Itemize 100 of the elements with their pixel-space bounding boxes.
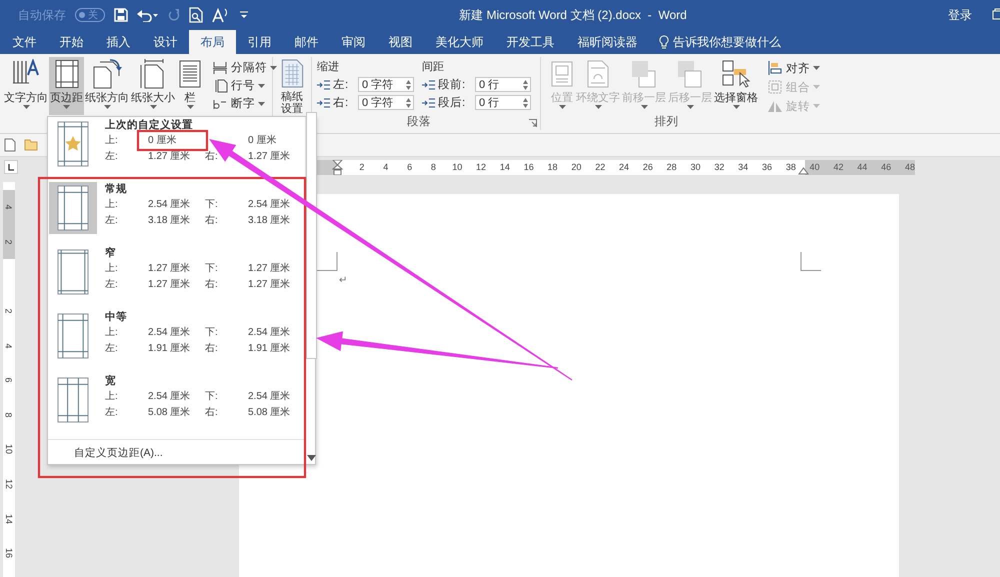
margin-value: 3.18 厘米 bbox=[248, 214, 290, 228]
margin-value: 1.91 厘米 bbox=[248, 342, 290, 356]
ribbon-tab[interactable]: 开发工具 bbox=[495, 30, 566, 54]
ribbon-button[interactable]: 页边距 bbox=[49, 57, 84, 115]
caret-icon bbox=[258, 84, 265, 88]
ribbon-tab[interactable]: 视图 bbox=[377, 30, 424, 54]
indent-marker-icon[interactable] bbox=[332, 160, 343, 174]
margin-value: 5.08 厘米 bbox=[248, 406, 290, 420]
caret-icon bbox=[813, 66, 820, 70]
ribbon-button[interactable]: 栏 bbox=[176, 57, 204, 115]
ruler-number: 4 bbox=[4, 204, 14, 210]
margin-corner-icon bbox=[317, 252, 338, 271]
indent-icon bbox=[422, 80, 435, 90]
margin-label: 左: bbox=[105, 214, 118, 228]
ribbon-button[interactable]: 纸张大小 bbox=[130, 57, 176, 115]
undo-icon[interactable] bbox=[137, 8, 159, 22]
number-field[interactable]: 0 字符 bbox=[358, 77, 414, 92]
margin-label: 右: bbox=[205, 342, 218, 356]
margin-value: 1.27 厘米 bbox=[248, 150, 290, 164]
margin-label: 左: bbox=[105, 342, 118, 356]
ruler-number: 10 bbox=[4, 444, 14, 454]
preset-name: 宽 bbox=[105, 374, 117, 389]
indent-icon bbox=[422, 98, 435, 108]
ruler-number: 18 bbox=[548, 162, 558, 172]
margin-value: 3.18 厘米 bbox=[148, 214, 190, 228]
number-field[interactable]: 0 行 bbox=[475, 77, 531, 92]
save-icon[interactable] bbox=[114, 8, 128, 22]
ribbon-small-button[interactable]: 对齐 bbox=[767, 60, 820, 76]
draft-paper-button[interactable]: 稿纸 设置 bbox=[276, 57, 308, 115]
margin-value: 1.27 厘米 bbox=[148, 150, 190, 164]
ribbon-tab[interactable]: 布局 bbox=[189, 30, 236, 54]
print-preview-icon[interactable] bbox=[189, 7, 203, 23]
ruler-number: 6 bbox=[407, 162, 412, 172]
caret-icon bbox=[640, 105, 648, 109]
ribbon-small-button[interactable]: 断字 bbox=[212, 96, 277, 111]
caret-icon bbox=[22, 105, 30, 109]
ruler-number: 40 bbox=[810, 162, 820, 172]
button-label: 设置 bbox=[281, 103, 303, 115]
ruler-number: 38 bbox=[786, 162, 796, 172]
ribbon-tab[interactable]: 插入 bbox=[95, 30, 142, 54]
ribbon-small-button[interactable]: 分隔符 bbox=[212, 60, 277, 75]
preset-name: 常规 bbox=[105, 182, 128, 197]
dialog-launcher-icon[interactable] bbox=[529, 119, 537, 127]
ribbon-button[interactable]: 文字方向 bbox=[3, 57, 49, 115]
ribbon-button[interactable]: 选择窗格 bbox=[713, 57, 759, 115]
caret-icon bbox=[732, 105, 740, 109]
margin-preset[interactable]: 上次的自定义设置 上: 0 厘米 0 厘米 左: 1.27 厘米 右: 1.27 厘米 bbox=[48, 117, 305, 181]
margin-value: 2.54 厘米 bbox=[248, 390, 290, 404]
ribbon-tab[interactable]: 美化大师 bbox=[424, 30, 495, 54]
field-label: 段后: bbox=[438, 96, 466, 110]
margin-preset[interactable]: 窄 上: 1.27 厘米 下: 1.27 厘米 左: 1.27 厘米 右: 1.27 厘米 bbox=[48, 245, 305, 309]
tab-selector[interactable] bbox=[4, 160, 18, 174]
ruler-number: 34 bbox=[738, 162, 748, 172]
window-title: 新建 Microsoft Word 文档 (2).docx - Word bbox=[458, 6, 688, 24]
number-field[interactable]: 0 字符 bbox=[358, 95, 414, 110]
ribbon-small-button[interactable]: 行号 bbox=[212, 78, 277, 93]
margin-label: 上: bbox=[105, 134, 118, 148]
ruler-number: 2 bbox=[359, 162, 364, 172]
ribbon-tab[interactable]: 引用 bbox=[236, 30, 283, 54]
position-icon bbox=[550, 59, 574, 89]
margin-value: 1.91 厘米 bbox=[148, 342, 190, 356]
margin-label: 下: bbox=[205, 326, 218, 340]
margin-preset[interactable]: 宽 上: 2.54 厘米 下: 2.54 厘米 左: 5.08 厘米 右: 5.08 厘米 bbox=[48, 373, 305, 437]
ribbon-button[interactable]: 纸张方向 bbox=[84, 57, 130, 115]
caret-icon bbox=[813, 104, 820, 108]
margin-corner-icon bbox=[800, 252, 821, 271]
customize-toolbar-icon[interactable] bbox=[239, 10, 249, 20]
ruler-number: 30 bbox=[690, 162, 701, 172]
ruler-number: 14 bbox=[4, 514, 14, 524]
ribbon-tab[interactable]: 文件 bbox=[1, 30, 48, 54]
tell-me-search[interactable]: 告诉我你想要做什么 bbox=[673, 34, 781, 50]
ruler-number: 28 bbox=[666, 162, 677, 172]
margin-label: 左: bbox=[105, 150, 118, 164]
ribbon-tab[interactable]: 福昕阅读器 bbox=[566, 30, 649, 54]
custom-margins-link[interactable]: 自定义页边距(A)... bbox=[48, 439, 305, 460]
margin-label: 下: bbox=[205, 390, 218, 404]
margin-value: 2.54 厘米 bbox=[148, 390, 190, 404]
scroll-thumb[interactable] bbox=[306, 112, 317, 359]
new-document-icon[interactable] bbox=[4, 138, 16, 152]
ribbon-tab[interactable]: 审阅 bbox=[330, 30, 377, 54]
number-field[interactable]: 0 行 bbox=[475, 95, 531, 110]
margin-label: 下: bbox=[205, 198, 218, 212]
margin-label: 右: bbox=[205, 214, 218, 228]
margin-preset[interactable]: 常规 上: 2.54 厘米 下: 2.54 厘米 左: 3.18 厘米 右: 3.18 厘米 bbox=[48, 181, 305, 245]
margin-label: 右: bbox=[205, 406, 218, 420]
ribbon-tab[interactable]: 开始 bbox=[48, 30, 95, 54]
right-indent-icon[interactable] bbox=[798, 166, 809, 174]
margin-value: 1.27 厘米 bbox=[148, 278, 190, 292]
caret-icon bbox=[258, 102, 265, 106]
caret-icon bbox=[150, 105, 156, 109]
read-aloud-icon[interactable] bbox=[212, 7, 230, 23]
spinner-icon bbox=[406, 80, 411, 90]
ribbon-tab[interactable]: 邮件 bbox=[283, 30, 330, 54]
margin-preset[interactable]: 中等 上: 2.54 厘米 下: 2.54 厘米 左: 1.91 厘米 右: 1.91 厘米 bbox=[48, 309, 305, 373]
ruler-number: 46 bbox=[881, 162, 892, 172]
page-margins-icon bbox=[55, 184, 91, 232]
spinner-icon bbox=[523, 80, 528, 90]
ribbon-tab[interactable]: 设计 bbox=[142, 30, 189, 54]
sign-in-link[interactable]: 登录 bbox=[948, 6, 972, 24]
margin-label: 下: bbox=[205, 262, 218, 276]
